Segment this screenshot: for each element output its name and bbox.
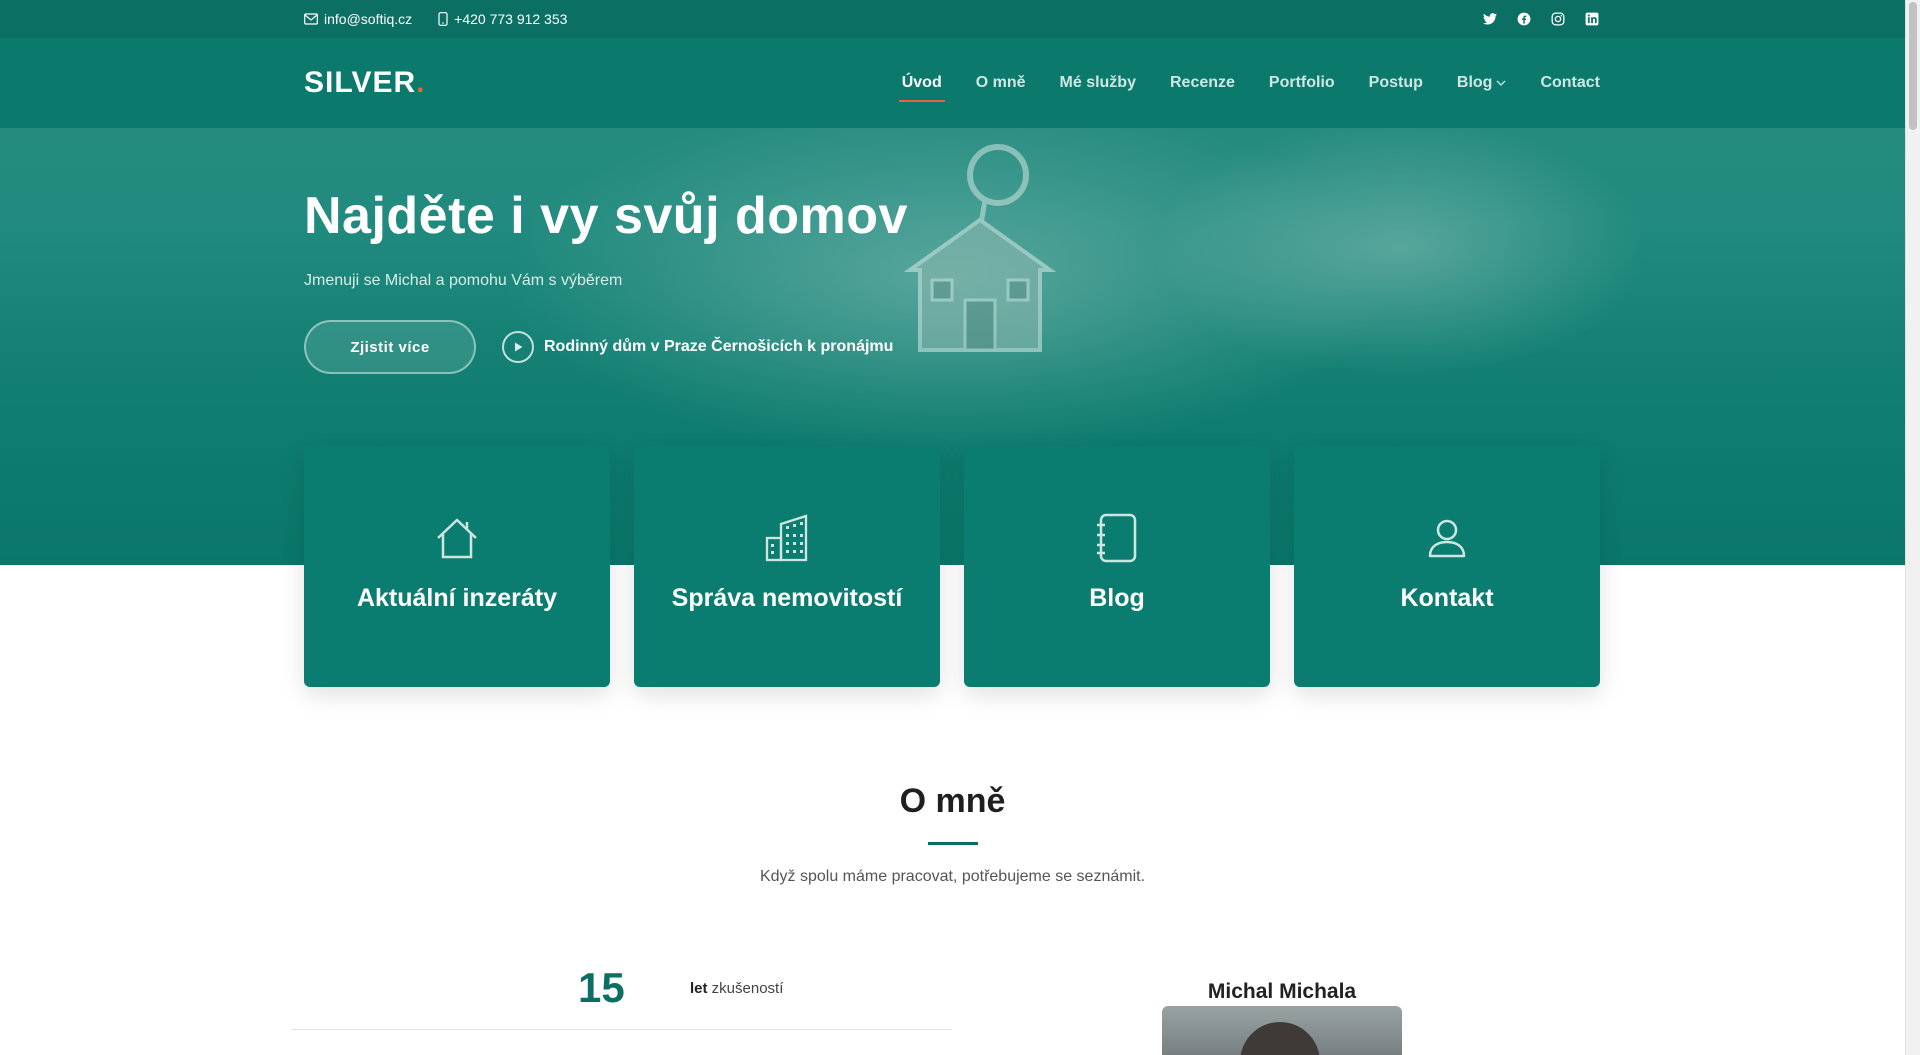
nav-item-o-mne[interactable]: O mně xyxy=(976,68,1026,98)
stat-value: 15 xyxy=(578,964,625,1011)
about-subtitle: Když spolu máme pracovat, potřebujeme se… xyxy=(759,868,1146,885)
video-link[interactable]: Rodinný dům v Praze Černošicích k pronáj… xyxy=(502,331,893,363)
site-logo[interactable]: SILVER. xyxy=(304,66,425,100)
card-kontakt[interactable]: Kontakt xyxy=(1294,446,1600,687)
card-title: Správa nemovitostí xyxy=(671,584,903,612)
facebook-icon[interactable] xyxy=(1516,11,1532,27)
feature-cards: Aktuální inzeráty Správa nemovitostí Blo… xyxy=(304,446,1600,687)
hero-actions: Zjistit více Rodinný dům v Praze Černoši… xyxy=(304,320,893,374)
scrollbar-thumb[interactable] xyxy=(1909,2,1917,130)
hero-title: Najděte i vy svůj domov xyxy=(304,187,908,245)
stat-label: let zkušeností xyxy=(690,980,784,997)
phone-text: +420 773 912 353 xyxy=(454,11,568,27)
twitter-icon[interactable] xyxy=(1482,11,1498,27)
card-title: Aktuální inzeráty xyxy=(356,584,558,612)
card-aktualni-inzeraty[interactable]: Aktuální inzeráty xyxy=(304,446,610,687)
top-bar: info@softiq.cz +420 773 912 353 xyxy=(0,0,1905,38)
hero-background-blur-2 xyxy=(1150,118,1650,378)
section-divider xyxy=(928,842,978,845)
person-photo xyxy=(1162,1006,1402,1055)
nav-item-recenze[interactable]: Recenze xyxy=(1170,68,1235,98)
notebook-icon xyxy=(1093,513,1141,563)
instagram-icon[interactable] xyxy=(1550,11,1566,27)
scrollbar[interactable] xyxy=(1905,0,1920,1055)
mail-icon xyxy=(304,13,318,25)
user-icon xyxy=(1423,514,1471,562)
person-name: Michal Michala xyxy=(1207,980,1357,1003)
card-title: Kontakt xyxy=(1400,584,1494,612)
email-contact[interactable]: info@softiq.cz xyxy=(304,11,412,27)
main-navigation: Úvod O mně Mé služby Recenze Portfolio P… xyxy=(898,68,1600,102)
nav-item-portfolio[interactable]: Portfolio xyxy=(1269,68,1335,98)
hero-subtitle: Jmenuji se Michal a pomohu Vám s výběrem xyxy=(304,272,623,289)
nav-item-postup[interactable]: Postup xyxy=(1369,68,1423,98)
play-icon xyxy=(502,331,534,363)
nav-item-contact[interactable]: Contact xyxy=(1540,68,1600,98)
email-text: info@softiq.cz xyxy=(324,11,413,27)
main-header: SILVER. Úvod O mně Mé služby Recenze Por… xyxy=(0,38,1905,128)
chevron-down-icon xyxy=(1496,80,1506,86)
building-icon xyxy=(763,514,811,562)
linkedin-icon[interactable] xyxy=(1584,11,1600,27)
phone-icon xyxy=(438,12,448,26)
experience-stat: 15 let zkušeností xyxy=(292,960,952,1030)
phone-contact[interactable]: +420 773 912 353 xyxy=(438,11,567,27)
hero-text: Najděte i vy svůj domov Jmenuji se Micha… xyxy=(304,186,1104,290)
nav-item-blog[interactable]: Blog xyxy=(1457,68,1507,98)
card-sprava-nemovitosti[interactable]: Správa nemovitostí xyxy=(634,446,940,687)
card-title: Blog xyxy=(1089,584,1145,612)
about-title: O mně xyxy=(899,782,1006,820)
house-icon xyxy=(433,514,481,562)
nav-item-me-sluzby[interactable]: Mé služby xyxy=(1060,68,1136,98)
card-blog[interactable]: Blog xyxy=(964,446,1270,687)
video-link-label: Rodinný dům v Praze Černošicích k pronáj… xyxy=(544,338,894,355)
learn-more-button[interactable]: Zjistit více xyxy=(304,320,476,374)
person-head xyxy=(1240,1022,1320,1055)
nav-item-uvod[interactable]: Úvod xyxy=(898,68,945,102)
